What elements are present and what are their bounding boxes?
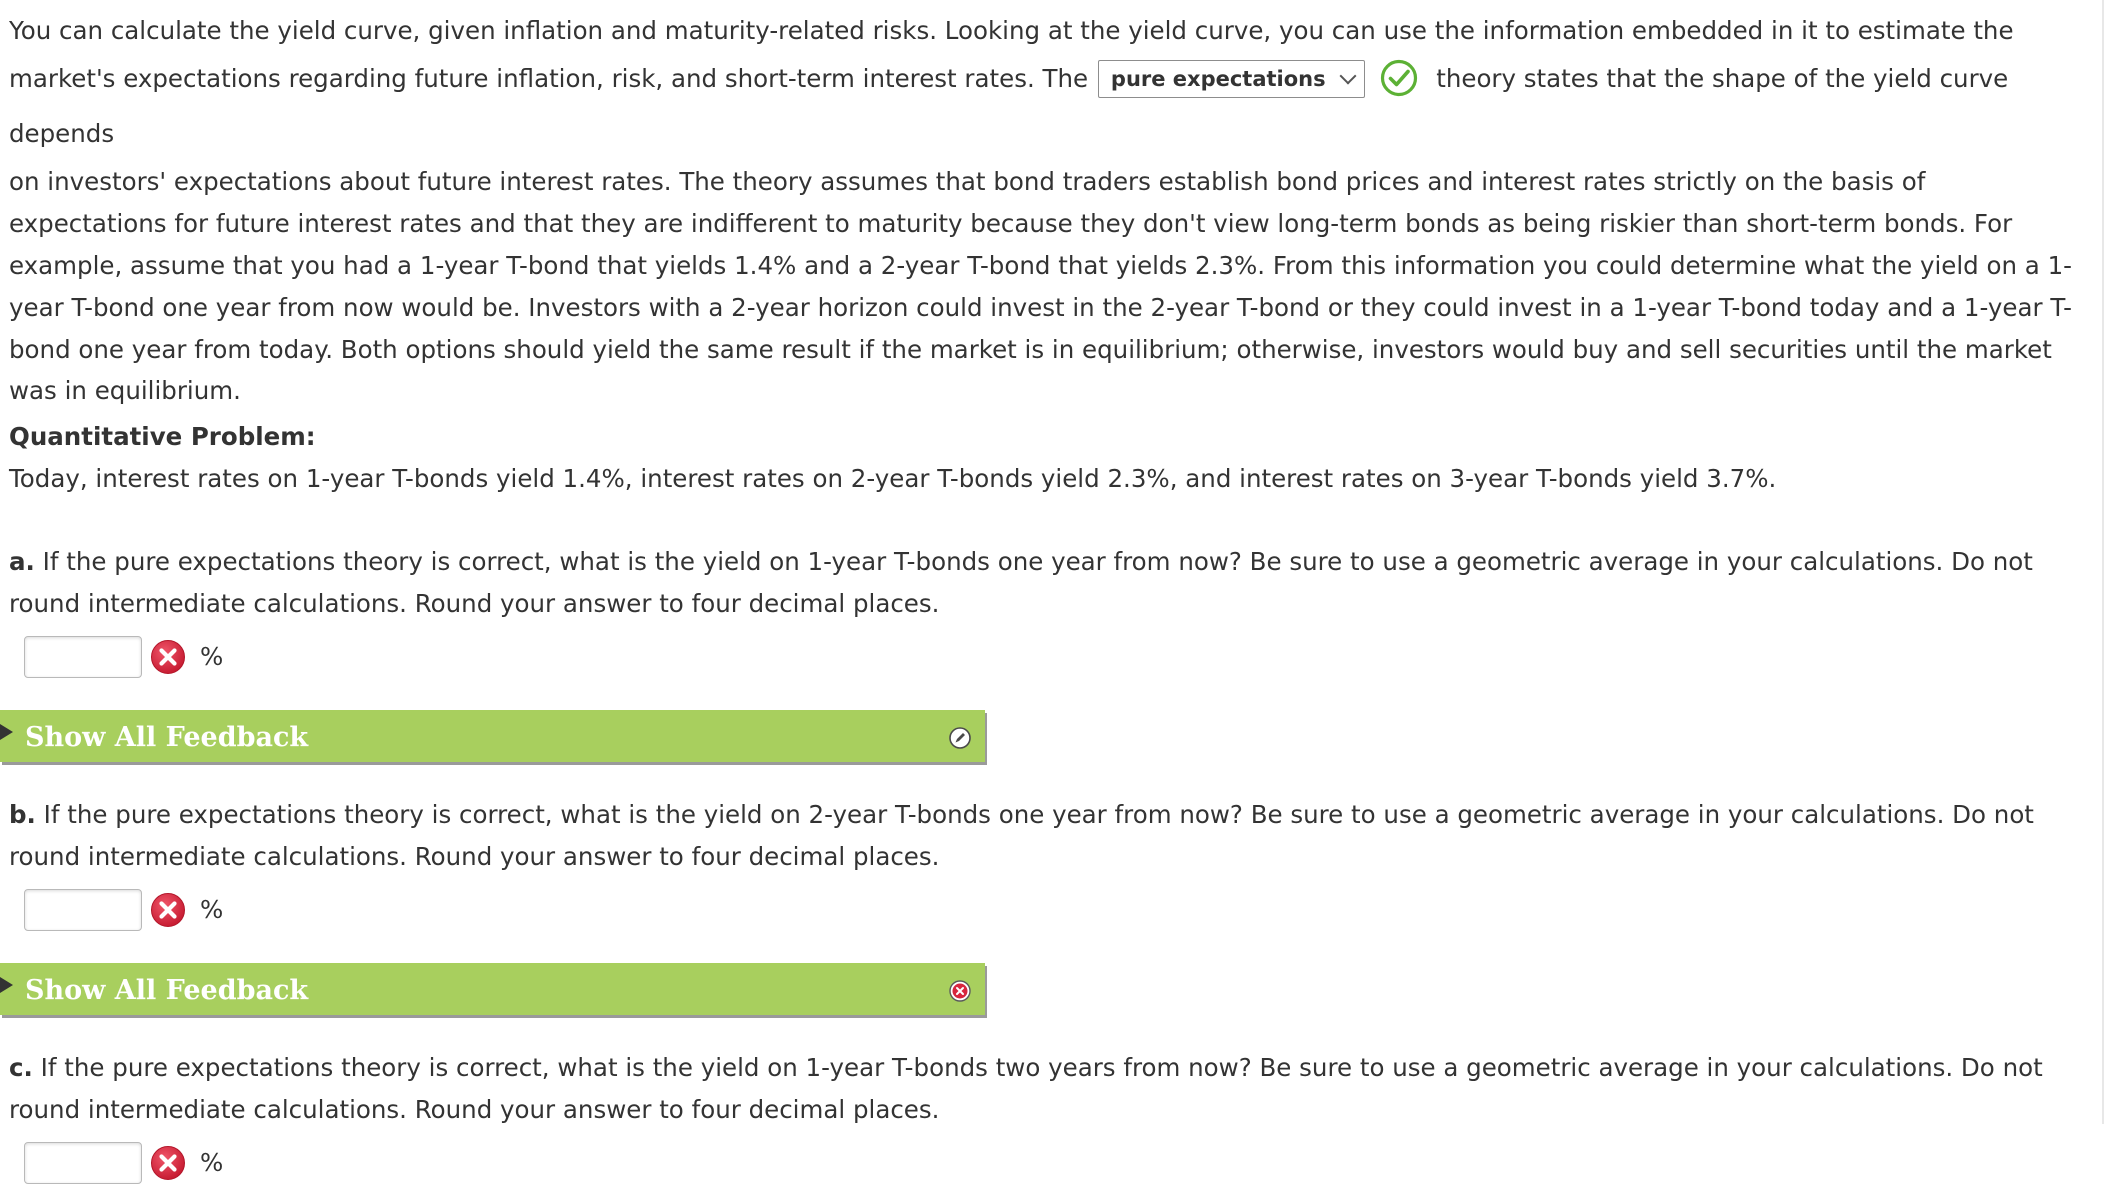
show-all-feedback-button-b[interactable]: Show All Feedback: [0, 962, 985, 1015]
question-a-label: a.: [9, 547, 35, 577]
chevron-down-icon: [1339, 67, 1357, 85]
question-b-text: If the pure expectations theory is corre…: [9, 800, 2034, 871]
theory-dropdown[interactable]: pure expectations: [1097, 59, 1365, 98]
theory-dropdown-wrapper: pure expectations: [1097, 51, 1365, 105]
show-all-feedback-button-a[interactable]: Show All Feedback: [0, 710, 985, 763]
theory-dropdown-value: pure expectations: [1110, 66, 1326, 91]
close-circle-icon: [949, 980, 971, 1002]
answer-row-c: %: [24, 1136, 2084, 1190]
question-c-text: If the pure expectations theory is corre…: [9, 1052, 2043, 1124]
answer-row-b: %: [24, 883, 2084, 937]
problem-statement: Today, interest rates on 1-year T-bonds …: [9, 464, 1777, 494]
intro-paragraph: You can calculate the yield curve, given…: [9, 10, 2084, 412]
expand-triangle-icon: [0, 724, 13, 741]
correct-check-icon: [1381, 59, 1418, 97]
pencil-icon: [949, 727, 971, 749]
question-c-label: c.: [9, 1052, 33, 1082]
percent-unit-c: %: [200, 1147, 224, 1177]
intro-line-1: You can calculate the yield curve, given…: [9, 16, 2014, 45]
percent-unit-b: %: [200, 894, 224, 924]
problem-heading: Quantitative Problem:: [9, 422, 316, 452]
incorrect-x-icon: [151, 892, 185, 927]
intro-line-2: market's expectations regarding future i…: [9, 52, 2084, 161]
answer-row-a: %: [24, 630, 2084, 684]
incorrect-x-icon: [151, 640, 185, 675]
feedback-label-a: Show All Feedback: [25, 722, 309, 754]
feedback-label-b: Show All Feedback: [25, 974, 309, 1006]
answer-input-c[interactable]: [24, 1141, 142, 1184]
intro-rest-text: on investors' expectations about future …: [9, 166, 2073, 406]
question-a: a. If the pure expectations theory is co…: [9, 541, 2084, 625]
answer-input-b[interactable]: [24, 888, 142, 931]
expand-triangle-icon: [0, 976, 13, 993]
question-b-label: b.: [9, 800, 36, 830]
question-page: You can calculate the yield curve, given…: [0, 10, 2084, 1190]
answer-input-a[interactable]: [24, 636, 142, 679]
question-a-text: If the pure expectations theory is corre…: [9, 547, 2033, 619]
percent-unit-a: %: [200, 642, 224, 672]
incorrect-x-icon: [151, 1145, 185, 1180]
intro-text-before-dropdown: market's expectations regarding future i…: [9, 63, 1089, 93]
question-c: c. If the pure expectations theory is co…: [9, 1047, 2084, 1131]
question-b: b. If the pure expectations theory is co…: [9, 794, 2084, 878]
